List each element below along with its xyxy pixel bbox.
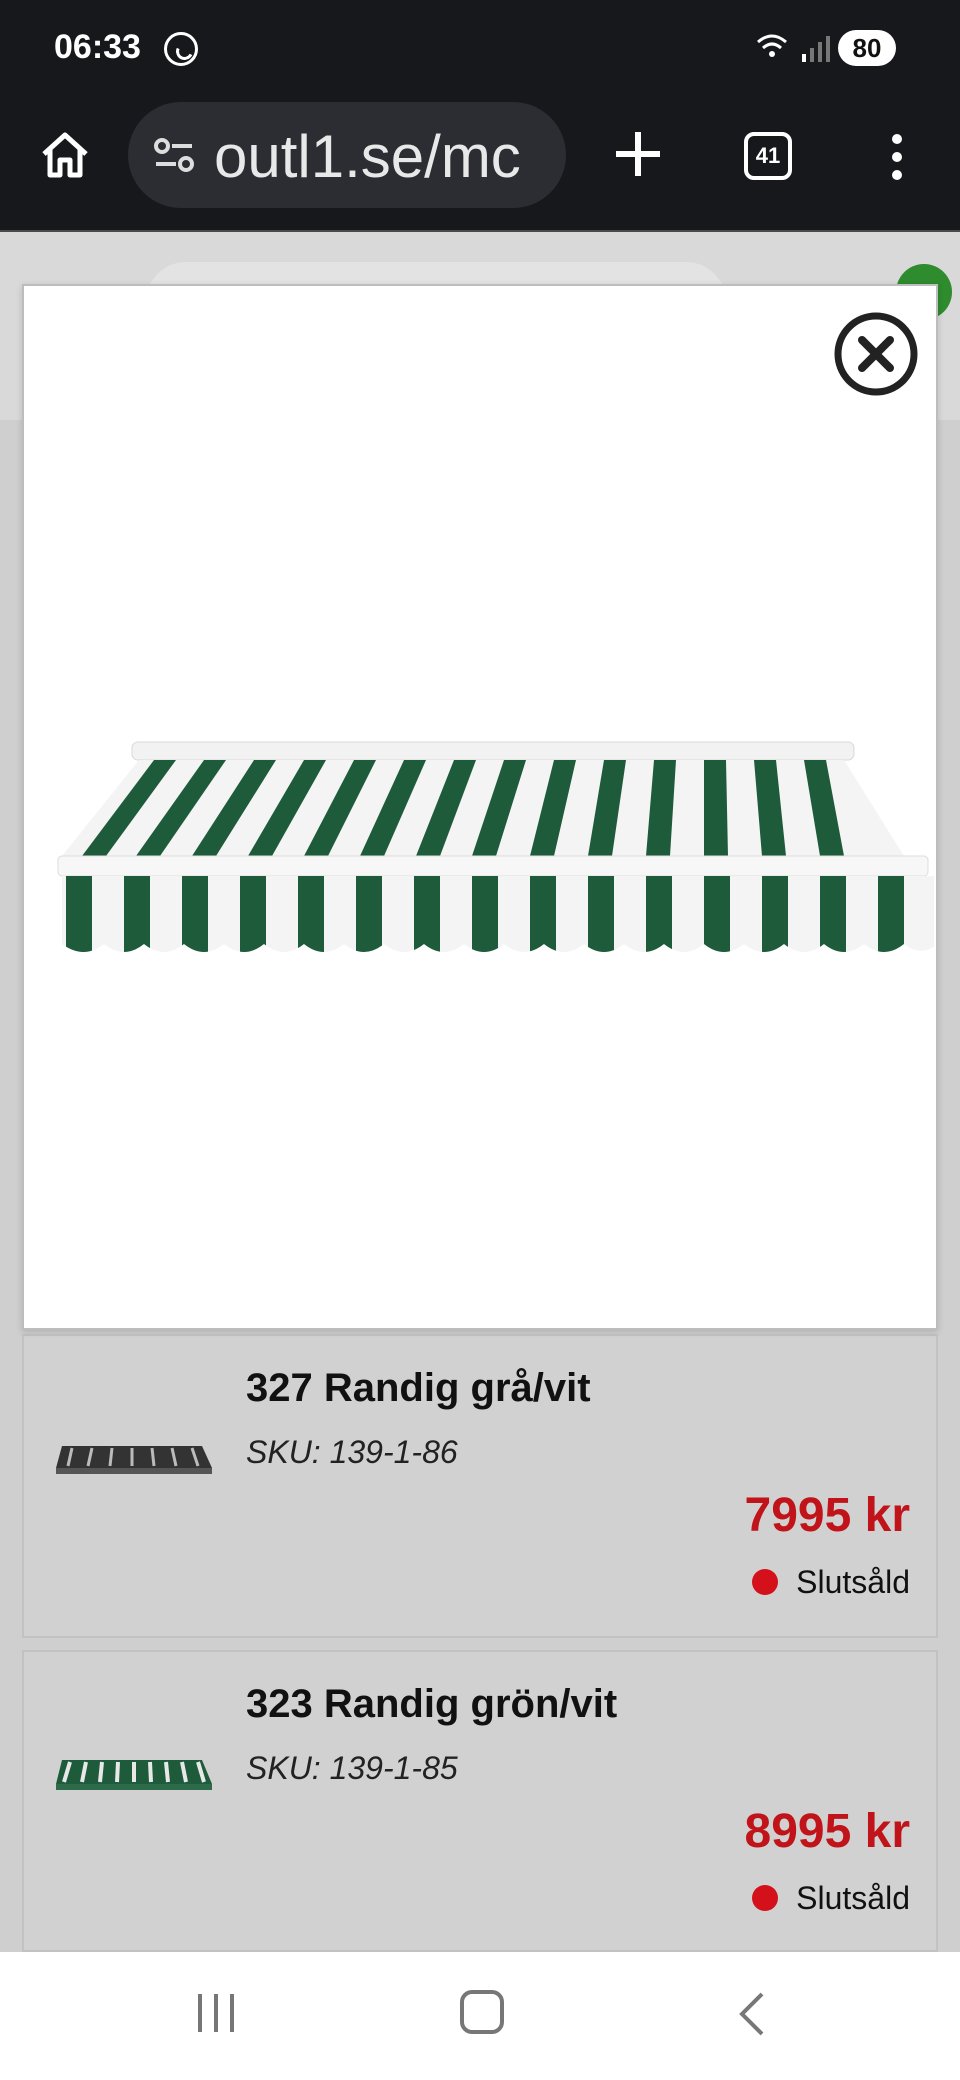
url-field[interactable]: outl1.se/mc xyxy=(128,102,566,208)
home-button-icon[interactable] xyxy=(460,1990,504,2034)
recents-icon[interactable] xyxy=(194,1992,238,2034)
product-card[interactable]: 323 Randig grön/vit SKU: 139-1-85 8995 k… xyxy=(22,1650,938,1952)
status-bar: 06:33 80 xyxy=(0,0,960,100)
stock-status: Slutsåld xyxy=(752,1564,910,1601)
home-icon[interactable] xyxy=(38,128,92,182)
system-nav-bar xyxy=(0,1952,960,2080)
browser-toolbar: outl1.se/mc 41 xyxy=(0,100,960,232)
stock-dot-icon xyxy=(752,1885,779,1911)
battery-indicator: 80 xyxy=(838,30,896,66)
site-settings-icon[interactable] xyxy=(152,138,196,174)
image-lightbox xyxy=(22,284,938,1330)
status-time: 06:33 xyxy=(54,28,141,66)
product-card[interactable]: 327 Randig grå/vit SKU: 139-1-86 7995 kr… xyxy=(22,1334,938,1638)
product-price: 8995 kr xyxy=(744,1805,911,1858)
close-circle-icon[interactable] xyxy=(832,310,920,398)
stock-dot-icon xyxy=(752,1569,779,1595)
product-thumbnail xyxy=(56,1760,212,1790)
back-icon[interactable] xyxy=(736,1990,766,2038)
stock-label: Slutsåld xyxy=(796,1880,910,1916)
stock-status: Slutsåld xyxy=(752,1880,910,1917)
product-sku: SKU: 139-1-86 xyxy=(246,1434,458,1470)
product-image xyxy=(57,741,934,952)
stock-label: Slutsåld xyxy=(796,1564,910,1600)
more-vert-icon[interactable] xyxy=(882,130,912,184)
product-thumbnail xyxy=(56,1446,212,1474)
new-tab-icon[interactable] xyxy=(608,124,668,184)
product-name[interactable]: 323 Randig grön/vit xyxy=(246,1682,617,1727)
url-text: outl1.se/mc xyxy=(214,123,521,190)
product-name[interactable]: 327 Randig grå/vit xyxy=(246,1366,591,1411)
product-price: 7995 kr xyxy=(744,1489,911,1542)
tab-switcher-button[interactable]: 41 xyxy=(744,132,792,180)
wifi-signal-icon xyxy=(757,34,830,62)
product-sku: SKU: 139-1-85 xyxy=(246,1750,458,1786)
whatsapp-icon xyxy=(164,32,198,66)
